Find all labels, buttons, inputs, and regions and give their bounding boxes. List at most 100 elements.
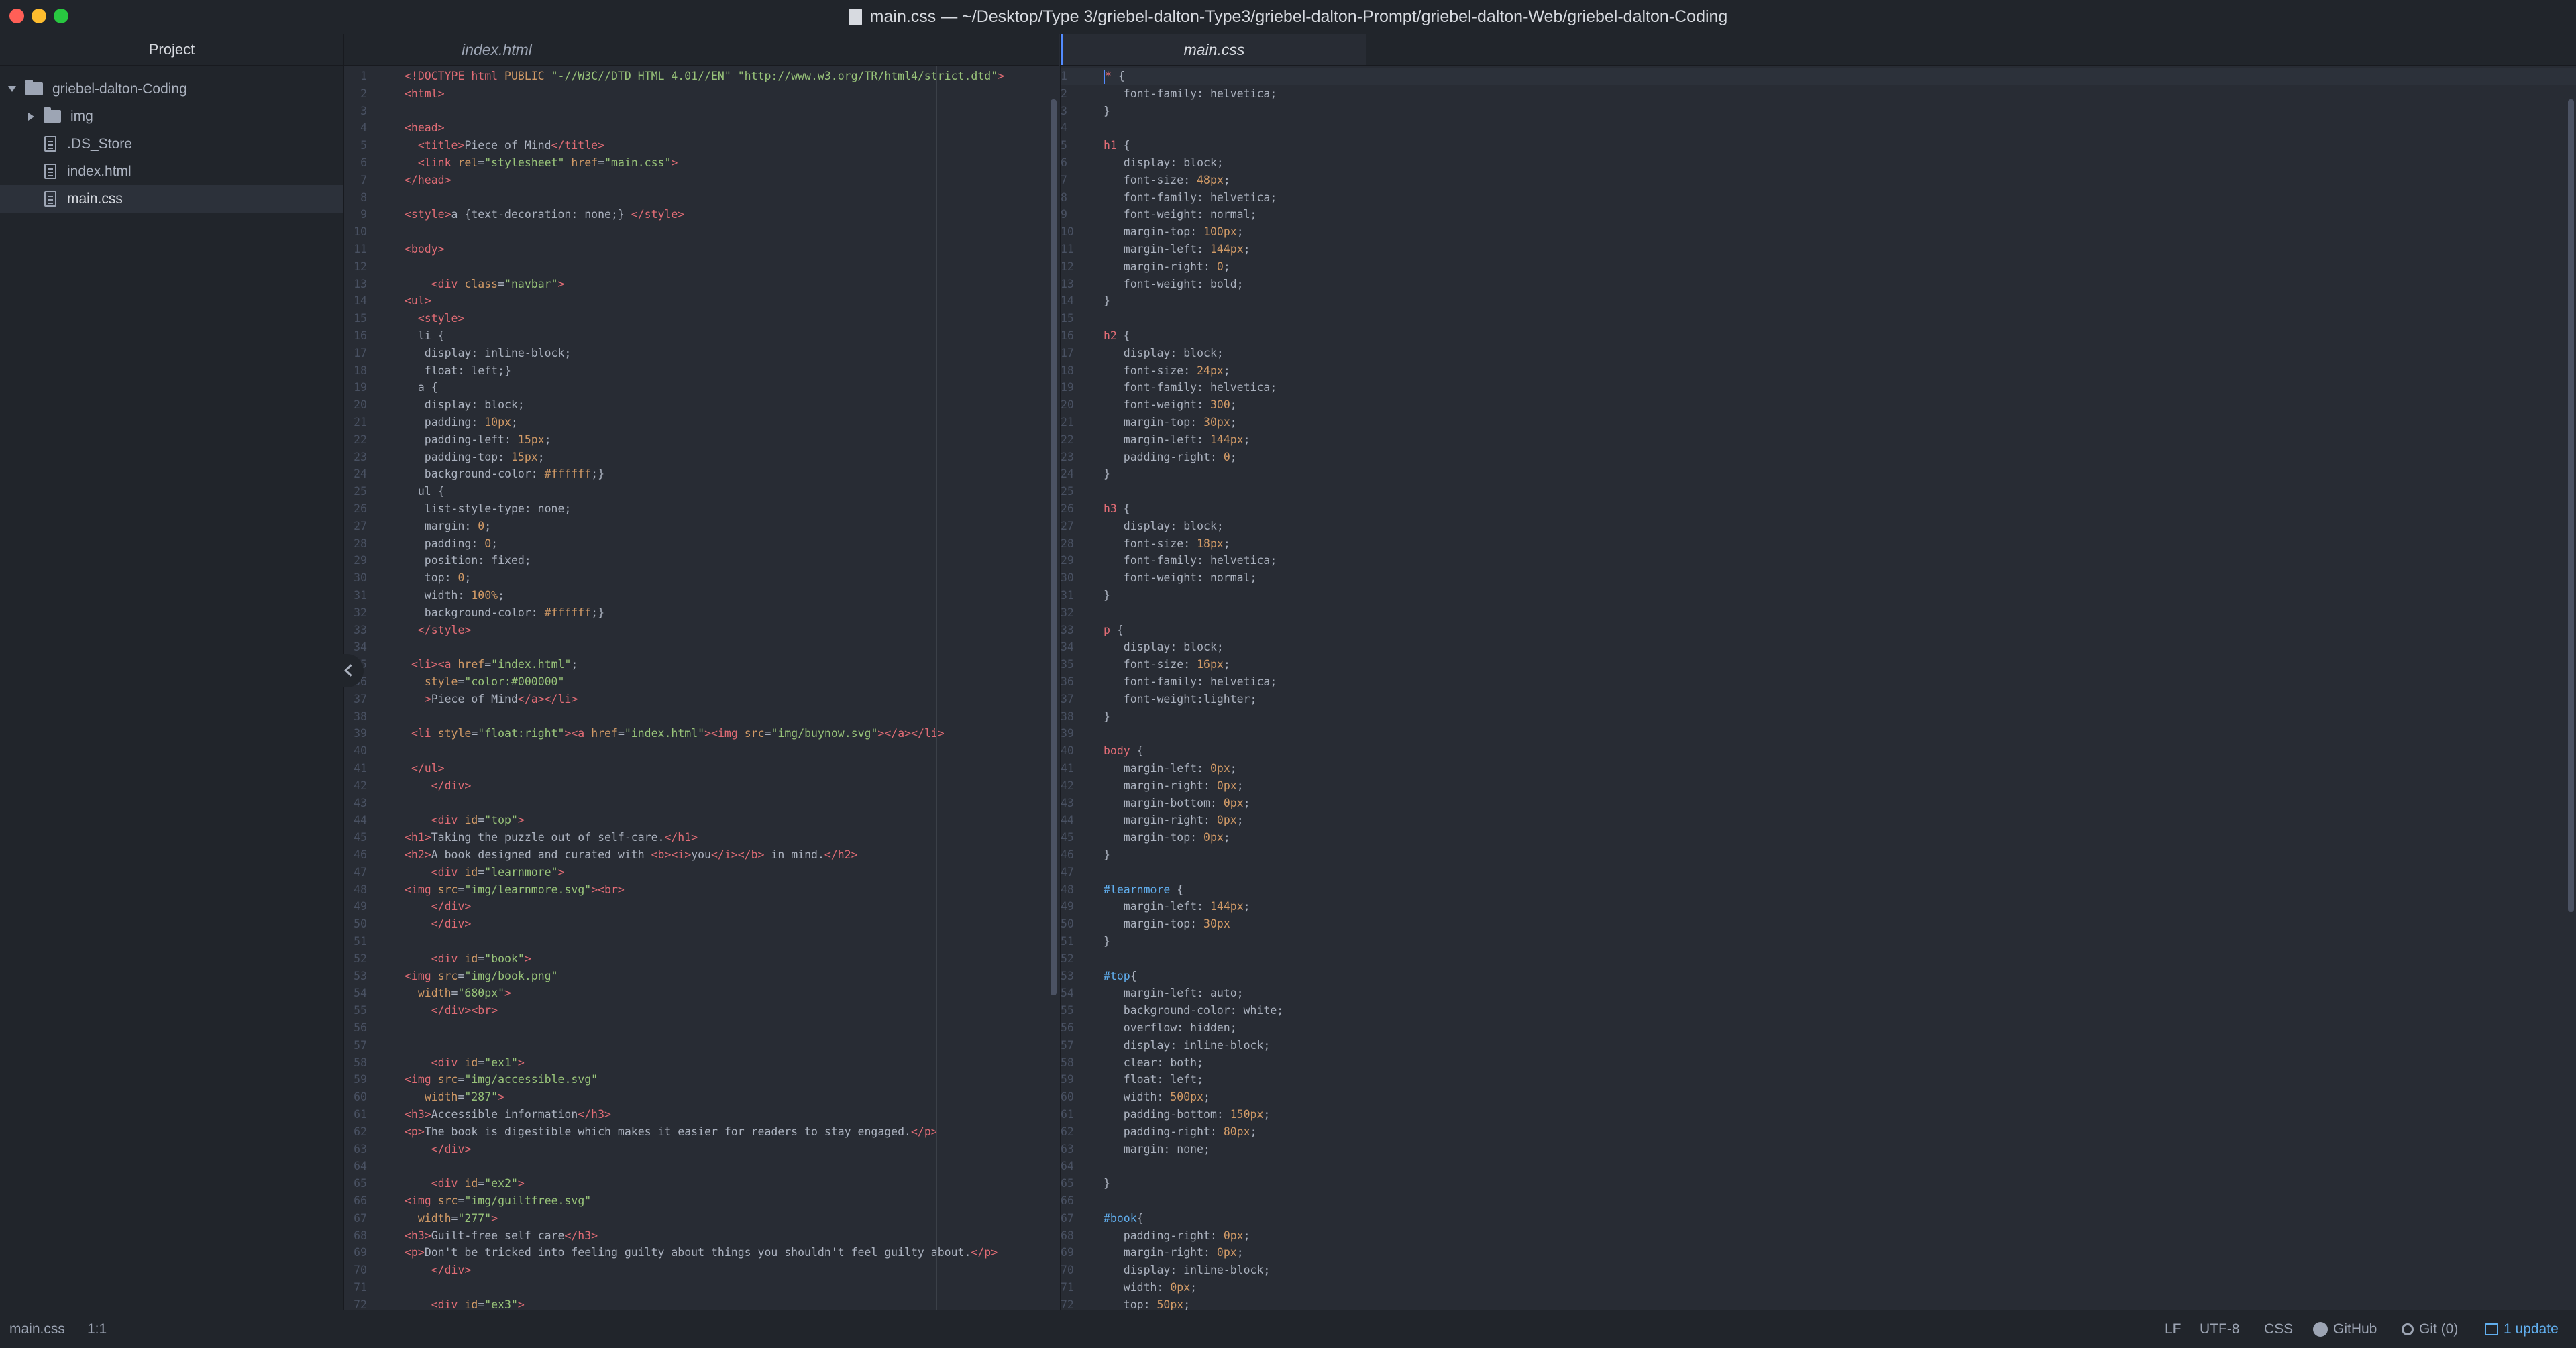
code-line[interactable]: 21 padding: 10px; <box>344 414 1059 431</box>
code-line[interactable]: 4 <box>1061 119 2576 137</box>
code-line[interactable]: 69 margin-right: 0px; <box>1061 1244 2576 1261</box>
code-line[interactable]: 47 <div id="learnmore"> <box>344 864 1059 881</box>
code-line[interactable]: 38 <box>344 708 1059 726</box>
code-line[interactable]: 9 font-weight: normal; <box>1061 206 2576 223</box>
code-line[interactable]: 46 <h2>A book designed and curated with <… <box>344 846 1059 864</box>
code-line[interactable]: 10 margin-top: 100px; <box>1061 223 2576 241</box>
code-line[interactable]: 37 >Piece of Mind</a></li> <box>344 691 1059 708</box>
code-line[interactable]: 14 <ul> <box>344 292 1059 310</box>
tree-item-index-html[interactable]: index.html <box>0 158 343 185</box>
code-line[interactable]: 71 width: 0px; <box>1061 1279 2576 1296</box>
status-git[interactable]: Git (0) <box>2402 1310 2458 1348</box>
code-editor-index-html[interactable]: 1 <!DOCTYPE html PUBLIC "-//W3C//DTD HTML… <box>344 66 1059 1310</box>
code-line[interactable]: 27 margin: 0; <box>344 518 1059 535</box>
code-line[interactable]: 52 <box>1061 950 2576 968</box>
code-line[interactable]: 63 margin: none; <box>1061 1141 2576 1158</box>
code-line[interactable]: 67 #book{ <box>1061 1210 2576 1227</box>
code-line[interactable]: 48 <img src="img/learnmore.svg"><br> <box>344 881 1059 899</box>
code-line[interactable]: 72 top: 50px; <box>1061 1296 2576 1310</box>
code-line[interactable]: 36 style="color:#000000" <box>344 673 1059 691</box>
code-line[interactable]: 34 display: block; <box>1061 638 2576 656</box>
code-line[interactable]: 39 <box>1061 725 2576 742</box>
code-line[interactable]: 13 font-weight: bold; <box>1061 276 2576 293</box>
code-line[interactable]: 27 display: block; <box>1061 518 2576 535</box>
status-grammar[interactable]: CSS <box>2264 1310 2293 1348</box>
code-line[interactable]: 5 <title>Piece of Mind</title> <box>344 137 1059 154</box>
status-encoding[interactable]: UTF-8 <box>2200 1310 2240 1348</box>
code-line[interactable]: 13 <div class="navbar"> <box>344 276 1059 293</box>
code-line[interactable]: 52 <div id="book"> <box>344 950 1059 968</box>
code-line[interactable]: 19 font-family: helvetica; <box>1061 379 2576 396</box>
code-line[interactable]: 33 </style> <box>344 622 1059 639</box>
code-line[interactable]: 16 h2 { <box>1061 327 2576 345</box>
code-line[interactable]: 31} <box>1061 587 2576 604</box>
code-line[interactable]: 24 background-color: #ffffff;} <box>344 465 1059 483</box>
code-line[interactable]: 23 padding-right: 0; <box>1061 449 2576 466</box>
code-line[interactable]: 49 margin-left: 144px; <box>1061 898 2576 915</box>
code-line[interactable]: 40 body { <box>1061 742 2576 760</box>
code-line[interactable]: 65 <div id="ex2"> <box>344 1175 1059 1192</box>
code-line[interactable]: 58 clear: both; <box>1061 1054 2576 1072</box>
code-line[interactable]: 63 </div> <box>344 1141 1059 1158</box>
code-line[interactable]: 43 <box>344 795 1059 812</box>
code-line[interactable]: 48 #learnmore { <box>1061 881 2576 899</box>
code-line[interactable]: 70 </div> <box>344 1261 1059 1279</box>
code-line[interactable]: 22 margin-left: 144px; <box>1061 431 2576 449</box>
code-line[interactable]: 26 h3 { <box>1061 500 2576 518</box>
code-line[interactable]: 35 <li><a href="index.html"; <box>344 656 1059 673</box>
code-line[interactable]: 54 margin-left: auto; <box>1061 985 2576 1002</box>
code-line[interactable]: 7 font-size: 48px; <box>1061 172 2576 189</box>
code-line[interactable]: 15 <box>1061 310 2576 327</box>
code-line[interactable]: 56 <box>344 1019 1059 1037</box>
code-line[interactable]: 66 <box>1061 1192 2576 1210</box>
status-file-name[interactable]: main.css <box>9 1310 65 1348</box>
code-line[interactable]: 7 </head> <box>344 172 1059 189</box>
code-line[interactable]: 61 padding-bottom: 150px; <box>1061 1106 2576 1123</box>
code-line[interactable]: 12 <box>344 258 1059 276</box>
code-line[interactable]: 18 float: left;} <box>344 362 1059 380</box>
code-line[interactable]: 58 <div id="ex1"> <box>344 1054 1059 1072</box>
code-line[interactable]: 3 <box>344 103 1059 120</box>
code-line[interactable]: 3} <box>1061 103 2576 120</box>
code-line[interactable]: 57 display: inline-block; <box>1061 1037 2576 1054</box>
code-line[interactable]: 32 background-color: #ffffff;} <box>344 604 1059 622</box>
code-line[interactable]: 17 display: block; <box>1061 345 2576 362</box>
code-line[interactable]: 28 padding: 0; <box>344 535 1059 553</box>
code-line[interactable]: 47 <box>1061 864 2576 881</box>
code-line[interactable]: 41 margin-left: 0px; <box>1061 760 2576 777</box>
code-line[interactable]: 22 padding-left: 15px; <box>344 431 1059 449</box>
code-line[interactable]: 30 top: 0; <box>344 569 1059 587</box>
code-line[interactable]: 49 </div> <box>344 898 1059 915</box>
code-line[interactable]: 35 font-size: 16px; <box>1061 656 2576 673</box>
tree-item-img[interactable]: img <box>0 103 343 130</box>
code-line[interactable]: 59 float: left; <box>1061 1071 2576 1088</box>
code-line[interactable]: 31 width: 100%; <box>344 587 1059 604</box>
code-line[interactable]: 19 a { <box>344 379 1059 396</box>
code-line[interactable]: 6 <link rel="stylesheet" href="main.css"… <box>344 154 1059 172</box>
code-line[interactable]: 9 <style>a {text-decoration: none;} </sty… <box>344 206 1059 223</box>
code-line[interactable]: 37 font-weight:lighter; <box>1061 691 2576 708</box>
code-line[interactable]: 25 ul { <box>344 483 1059 500</box>
code-line[interactable]: 66 <img src="img/guiltfree.svg" <box>344 1192 1059 1210</box>
status-github[interactable]: GitHub <box>2313 1310 2377 1348</box>
code-line[interactable]: 20 display: block; <box>344 396 1059 414</box>
code-line[interactable]: 4 <head> <box>344 119 1059 137</box>
code-line[interactable]: 50 margin-top: 30px <box>1061 915 2576 933</box>
code-line[interactable]: 26 list-style-type: none; <box>344 500 1059 518</box>
code-line[interactable]: 18 font-size: 24px; <box>1061 362 2576 380</box>
code-line[interactable]: 68 <h3>Guilt-free self care</h3> <box>344 1227 1059 1245</box>
tree-item-main-css[interactable]: main.css <box>0 185 343 213</box>
code-line[interactable]: 55 </div><br> <box>344 1002 1059 1019</box>
code-line[interactable]: 29 font-family: helvetica; <box>1061 552 2576 569</box>
code-line[interactable]: 41 </ul> <box>344 760 1059 777</box>
code-line[interactable]: 8 <box>344 189 1059 207</box>
code-line[interactable]: 59 <img src="img/accessible.svg" <box>344 1071 1059 1088</box>
editor-scrollbar[interactable] <box>2568 99 2574 912</box>
status-cursor-position[interactable]: 1:1 <box>87 1310 107 1348</box>
code-line[interactable]: 46} <box>1061 846 2576 864</box>
code-line[interactable]: 55 background-color: white; <box>1061 1002 2576 1019</box>
code-line[interactable]: 68 padding-right: 0px; <box>1061 1227 2576 1245</box>
code-line[interactable]: 28 font-size: 18px; <box>1061 535 2576 553</box>
code-line[interactable]: 69 <p>Don't be tricked into feeling guilt… <box>344 1244 1059 1261</box>
code-line[interactable]: 1 <!DOCTYPE html PUBLIC "-//W3C//DTD HTML… <box>344 68 1059 85</box>
